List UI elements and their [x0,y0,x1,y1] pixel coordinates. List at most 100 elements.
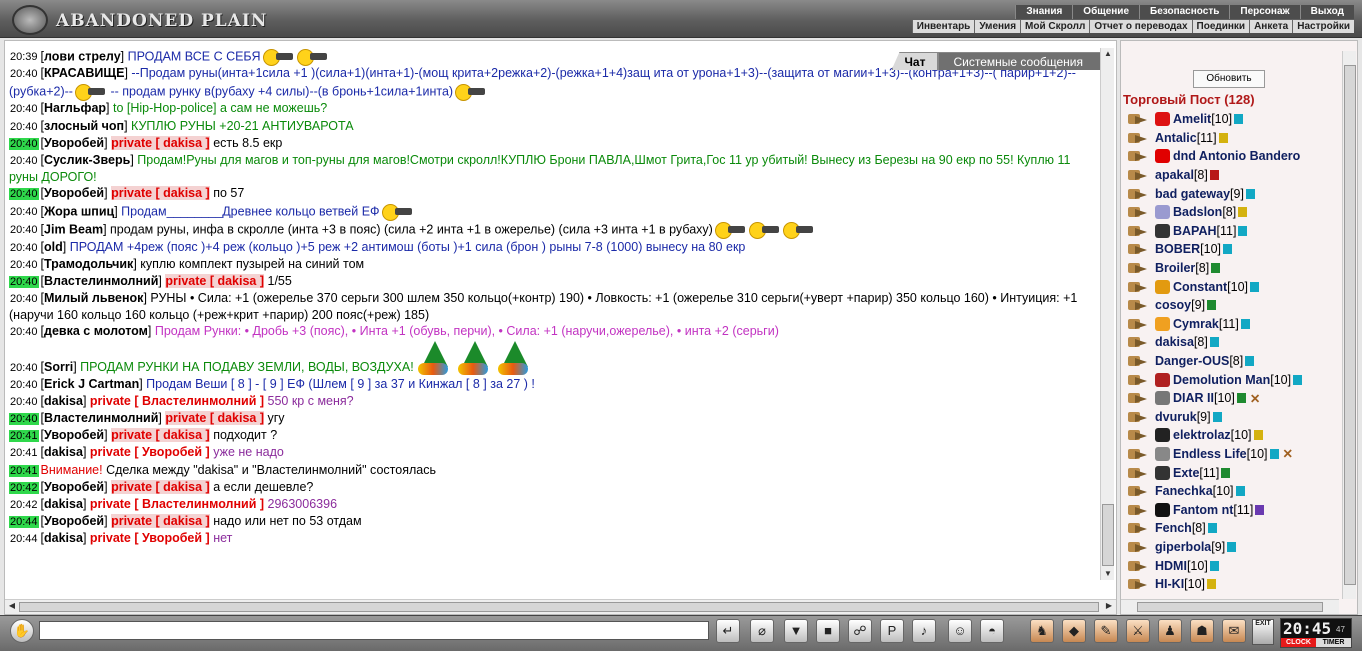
info-icon[interactable] [1207,300,1217,311]
fight-icon[interactable]: ☍ [848,619,872,643]
message-nick[interactable]: лови стрелу [44,49,121,63]
user-name[interactable]: dvuruk [1155,410,1197,424]
character-icon[interactable]: ♟ [1158,619,1182,643]
info-icon[interactable] [1234,114,1244,125]
message-nick[interactable]: Sorri [44,360,73,374]
user-list-item[interactable]: Demolution Man [10] [1125,370,1339,389]
user-list-item[interactable]: Fench [8] [1125,519,1339,538]
info-icon[interactable] [1236,393,1246,404]
user-list-item[interactable]: Endless Life [10] ✕ [1125,445,1339,464]
user-name[interactable]: apakal [1155,168,1194,182]
nav-sub-item[interactable]: Поединки [1191,20,1250,33]
user-name[interactable]: Antalic [1155,131,1197,145]
clear-icon[interactable]: ⌀ [750,619,774,643]
inventory-icon[interactable]: ◆ [1062,619,1086,643]
user-list-item[interactable]: Broiler [8] [1125,259,1339,278]
user-name[interactable]: cosoy [1155,298,1191,312]
user-list-item[interactable]: Danger-OUS [8] [1125,352,1339,371]
user-list-item[interactable]: Cymrak [11] [1125,315,1339,334]
message-nick[interactable]: old [44,240,63,254]
user-list-item[interactable]: DIAR II [10] ✕ [1125,389,1339,408]
user-list-item[interactable]: Antalic [11] [1125,129,1339,148]
info-icon[interactable] [1245,356,1255,367]
user-list-item[interactable]: BAPAH [11] [1125,222,1339,241]
private-recipient[interactable]: private [ Уворобей ] [90,445,210,459]
chat-log[interactable]: 20:39 [лови стрелу] ПРОДАМ ВСЕ С СЕБЯ 20:4… [7,48,1101,576]
info-icon[interactable] [1209,337,1219,348]
user-list-item[interactable]: Constant [10] [1125,277,1339,296]
user-name[interactable]: dakisa [1155,335,1194,349]
bag-icon[interactable]: ♞ [1030,619,1054,643]
user-name[interactable]: bad gateway [1155,187,1230,201]
info-icon[interactable] [1293,374,1303,385]
private-recipient[interactable]: private [ dakisa ] [111,135,210,150]
message-nick[interactable]: dakisa [44,531,83,545]
scroll-left-icon[interactable]: ◀ [6,601,18,610]
message-nick[interactable]: Уворобей [44,428,104,442]
message-nick[interactable]: Erick J Cartman [44,377,139,391]
user-name[interactable]: Constant [1173,280,1227,294]
message-nick[interactable]: девка с молотом [44,324,148,338]
info-icon[interactable] [1238,225,1248,236]
message-nick[interactable]: Властелинмолний [44,411,158,425]
user-list-item[interactable]: bad gateway [9] [1125,184,1339,203]
exit-button[interactable]: EXIT [1252,619,1274,645]
user-list-item[interactable]: Badslon [8] [1125,203,1339,222]
user-name[interactable]: BAPAH [1173,224,1217,238]
nav-sub-item[interactable]: Отчет о переводах [1089,20,1192,33]
user-list-item[interactable]: HDMI [10] [1125,556,1339,575]
tab-system-messages[interactable]: Системные сообщения [938,52,1102,70]
message-nick[interactable]: Уворобей [44,186,104,200]
info-icon[interactable] [1221,467,1231,478]
nav-main-item[interactable]: Знания [1015,5,1073,19]
scroll-thumb[interactable] [1102,504,1114,566]
user-name[interactable]: elektrolaz [1173,428,1231,442]
info-icon[interactable] [1255,504,1265,515]
message-nick[interactable]: Нагльфар [44,101,106,115]
message-nick[interactable]: Уворобей [44,136,104,150]
user-name[interactable]: Fantom nt [1173,503,1233,517]
user-name[interactable]: giperbola [1155,540,1211,554]
nav-main-item[interactable]: Общение [1072,5,1139,19]
scroll-thumb[interactable] [1137,602,1323,612]
private-recipient[interactable]: private [ dakisa ] [111,428,210,443]
nav-sub-item[interactable]: Анкета [1249,20,1293,33]
message-nick[interactable]: dakisa [44,497,83,511]
message-nick[interactable]: Трамодольчик [44,257,133,271]
user-name[interactable]: Fanechka [1155,484,1213,498]
message-nick[interactable]: Властелинмолний [44,274,158,288]
info-icon[interactable] [1209,560,1219,571]
user-name[interactable]: Demolution Man [1173,373,1270,387]
user-list-item[interactable]: giperbola [9] [1125,538,1339,557]
info-icon[interactable] [1238,207,1248,218]
info-icon[interactable] [1211,263,1221,274]
save-icon[interactable]: ■ [816,619,840,643]
private-recipient[interactable]: private [ Властелинмолний ] [90,394,264,408]
private-recipient[interactable]: private [ dakisa ] [165,411,265,426]
nav-main-item[interactable]: Выход [1299,5,1354,19]
info-icon[interactable] [1212,411,1222,422]
private-recipient[interactable]: private [ Уворобей ] [90,531,210,545]
friends-icon[interactable]: ☗ [1190,619,1214,643]
scroll-right-icon[interactable]: ▶ [1103,601,1115,610]
private-recipient[interactable]: private [ dakisa ] [111,479,210,494]
tab-chat[interactable]: Чат [891,52,939,70]
nav-sub-item[interactable]: Настройки [1292,20,1354,33]
user-list-item[interactable]: elektrolaz [10] [1125,426,1339,445]
user-name[interactable]: Exte [1173,466,1199,480]
user-name[interactable]: Amelit [1173,112,1211,126]
nav-sub-item[interactable]: Инвентарь [911,20,975,33]
user-list-item[interactable]: Amelit [10] [1125,110,1339,129]
info-icon[interactable] [1209,170,1219,181]
info-icon[interactable] [1235,486,1245,497]
user-list-item[interactable]: apakal [8] [1125,166,1339,185]
nav-main-item[interactable]: Персонаж [1229,5,1300,19]
filter-icon[interactable]: ▼ [784,619,808,643]
helmet-icon[interactable]: ◓ [980,619,1004,643]
info-icon[interactable] [1253,430,1263,441]
info-icon[interactable] [1218,132,1228,143]
mail-icon[interactable]: ✉ [1222,619,1246,643]
user-name[interactable]: Badslon [1173,205,1222,219]
message-nick[interactable]: dakisa [44,394,83,408]
info-icon[interactable] [1269,448,1279,459]
